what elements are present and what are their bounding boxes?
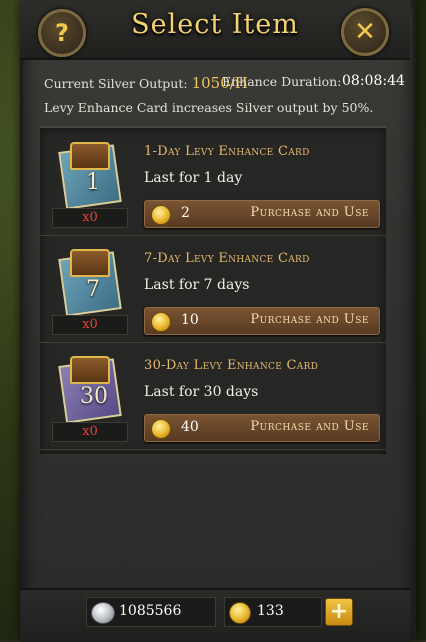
card-number: 7	[86, 277, 100, 302]
card-number: 30	[80, 384, 108, 409]
item-price: 2	[181, 205, 190, 221]
gold-balance: 133	[224, 597, 322, 627]
help-button[interactable]: ?	[38, 9, 86, 57]
gold-balance-value: 133	[257, 603, 284, 619]
silver-output-label: Current Silver Output:	[44, 76, 188, 91]
item-name: 7-Day Levy Enhance Card	[144, 251, 310, 266]
item-quantity: x0	[52, 208, 128, 228]
item-price: 40	[181, 419, 199, 435]
gold-coin-icon	[151, 312, 171, 332]
item-description: Last for 1 day	[144, 170, 243, 186]
close-button[interactable]: ✕	[341, 8, 389, 56]
gold-coin-icon	[229, 602, 251, 624]
close-icon: ✕	[354, 17, 376, 47]
item-price: 10	[181, 312, 199, 328]
gold-coin-icon	[151, 419, 171, 439]
enhance-duration-value: 08:08:44	[342, 73, 405, 89]
add-gold-button[interactable]: +	[325, 598, 353, 626]
gold-coin-icon	[151, 205, 171, 225]
item-quantity: x0	[52, 422, 128, 442]
purchase-and-use-button[interactable]: 40 Purchase and Use	[144, 414, 380, 442]
silver-balance: 1085566	[86, 597, 216, 627]
levy-description: Levy Enhance Card increases Silver outpu…	[44, 100, 374, 115]
plus-icon: +	[329, 599, 349, 624]
item-name: 30-Day Levy Enhance Card	[144, 358, 319, 373]
help-icon: ?	[55, 19, 69, 47]
list-item: 30 x0 30-Day Levy Enhance Card Last for …	[40, 342, 386, 450]
enhance-duration-label: Enhance Duration:	[222, 74, 342, 89]
purchase-button-label: Purchase and Use	[250, 312, 369, 327]
enhance-duration-value-box: 08:08:44	[342, 73, 405, 89]
item-name: 1-Day Levy Enhance Card	[144, 144, 310, 159]
purchase-and-use-button[interactable]: 2 Purchase and Use	[144, 200, 380, 228]
enhance-duration-row: Enhance Duration:	[222, 74, 341, 89]
card-number: 1	[86, 170, 100, 195]
list-item: 1 x0 1-Day Levy Enhance Card Last for 1 …	[40, 128, 386, 236]
item-description: Last for 7 days	[144, 277, 250, 293]
item-description: Last for 30 days	[144, 384, 259, 400]
purchase-button-label: Purchase and Use	[250, 205, 369, 220]
silver-balance-value: 1085566	[119, 603, 182, 619]
silver-output-row: Current Silver Output: 1050/H	[44, 74, 248, 92]
levy-enhance-card-icon: 30	[52, 356, 124, 424]
item-quantity: x0	[52, 315, 128, 335]
purchase-button-label: Purchase and Use	[250, 419, 369, 434]
treasure-chest-icon	[70, 249, 110, 277]
silver-coin-icon	[91, 602, 115, 624]
treasure-chest-icon	[70, 356, 110, 384]
levy-enhance-card-icon: 1	[52, 142, 124, 210]
purchase-and-use-button[interactable]: 10 Purchase and Use	[144, 307, 380, 335]
list-item: 7 x0 7-Day Levy Enhance Card Last for 7 …	[40, 235, 386, 343]
levy-enhance-card-icon: 7	[52, 249, 124, 317]
treasure-chest-icon	[70, 142, 110, 170]
item-list: 1 x0 1-Day Levy Enhance Card Last for 1 …	[40, 126, 386, 454]
